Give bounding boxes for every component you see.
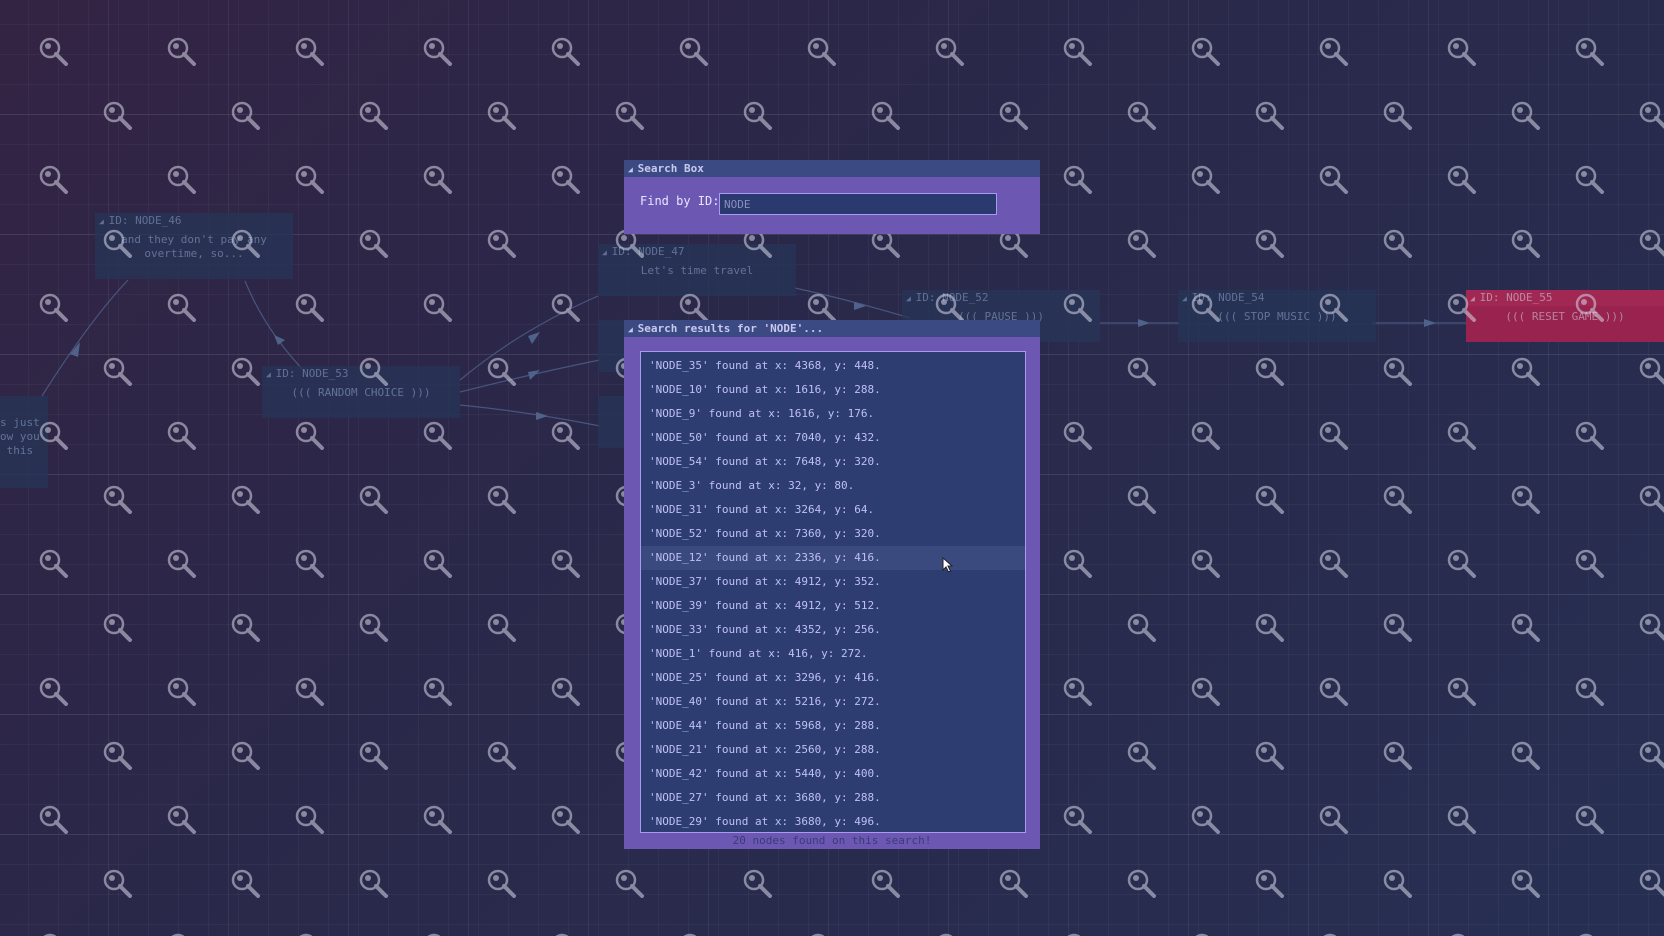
result-item[interactable]: 'NODE_50' found at x: 7040, y: 432.: [641, 426, 1025, 450]
result-item[interactable]: 'NODE_52' found at x: 7360, y: 320.: [641, 522, 1025, 546]
result-item[interactable]: 'NODE_37' found at x: 4912, y: 352.: [641, 570, 1025, 594]
result-item[interactable]: 'NODE_35' found at x: 4368, y: 448.: [641, 354, 1025, 378]
result-item[interactable]: 'NODE_25' found at x: 3296, y: 416.: [641, 666, 1025, 690]
results-count-footer: 20 nodes found on this search!: [732, 834, 932, 847]
result-item[interactable]: 'NODE_29' found at x: 3680, y: 496.: [641, 810, 1025, 832]
search-results-panel: Search results for 'NODE'... 'NODE_35' f…: [624, 320, 1040, 849]
result-item[interactable]: 'NODE_10' found at x: 1616, y: 288.: [641, 378, 1025, 402]
result-item[interactable]: 'NODE_44' found at x: 5968, y: 288.: [641, 714, 1025, 738]
result-item[interactable]: 'NODE_1' found at x: 416, y: 272.: [641, 642, 1025, 666]
search-input[interactable]: [719, 193, 997, 215]
search-results-title[interactable]: Search results for 'NODE'...: [624, 320, 1040, 337]
result-item-hovered[interactable]: 'NODE_12' found at x: 2336, y: 416.: [641, 546, 1025, 570]
result-item[interactable]: 'NODE_54' found at x: 7648, y: 320.: [641, 450, 1025, 474]
find-by-id-label: Find by ID:: [640, 194, 720, 208]
result-item[interactable]: 'NODE_9' found at x: 1616, y: 176.: [641, 402, 1025, 426]
result-item[interactable]: 'NODE_3' found at x: 32, y: 80.: [641, 474, 1025, 498]
result-item[interactable]: 'NODE_39' found at x: 4912, y: 512.: [641, 594, 1025, 618]
search-results-list[interactable]: 'NODE_35' found at x: 4368, y: 448. 'NOD…: [640, 351, 1026, 833]
result-item[interactable]: 'NODE_31' found at x: 3264, y: 64.: [641, 498, 1025, 522]
search-box-panel: Search Box Find by ID:: [624, 160, 1040, 234]
search-box-title[interactable]: Search Box: [624, 160, 1040, 177]
result-item[interactable]: 'NODE_21' found at x: 2560, y: 288.: [641, 738, 1025, 762]
result-item[interactable]: 'NODE_42' found at x: 5440, y: 400.: [641, 762, 1025, 786]
result-item[interactable]: 'NODE_33' found at x: 4352, y: 256.: [641, 618, 1025, 642]
mouse-pointer-icon: [942, 557, 954, 573]
result-item[interactable]: 'NODE_40' found at x: 5216, y: 272.: [641, 690, 1025, 714]
result-item[interactable]: 'NODE_27' found at x: 3680, y: 288.: [641, 786, 1025, 810]
